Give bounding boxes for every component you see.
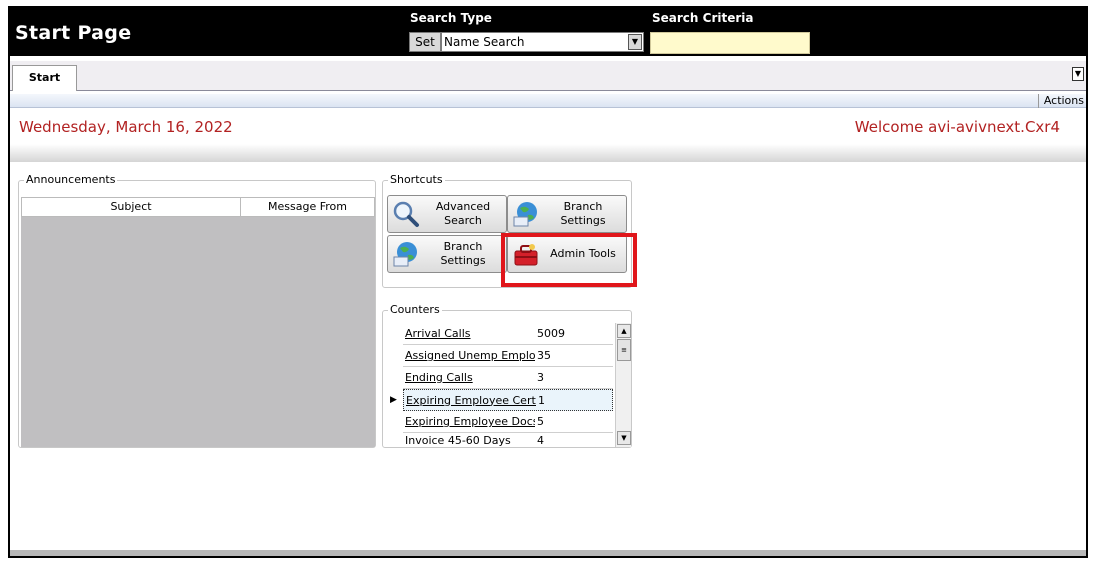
counter-link[interactable]: Ending Calls bbox=[403, 371, 535, 384]
tab-start-page[interactable]: Start Page bbox=[12, 65, 77, 108]
announcements-list[interactable] bbox=[21, 217, 375, 447]
counter-value: 35 bbox=[537, 349, 551, 362]
counter-value: 5009 bbox=[537, 327, 565, 340]
column-message-from[interactable]: Message From bbox=[241, 198, 374, 216]
announcements-title: Announcements bbox=[24, 173, 118, 186]
counter-link[interactable]: Expiring Employee Docs bbox=[403, 415, 535, 428]
counters-title: Counters bbox=[388, 303, 442, 316]
counters-panel: Counters ▶ Arrival Calls 5009 Assigned U… bbox=[382, 303, 632, 448]
table-row-selected[interactable]: Expiring Employee Cert. 1 bbox=[403, 389, 613, 411]
counter-value: 5 bbox=[537, 415, 544, 428]
tab-strip: Start Page ▼ bbox=[10, 61, 1086, 108]
branch-settings-button[interactable]: Branch Settings bbox=[507, 195, 627, 233]
announcements-panel: Announcements Subject Message From bbox=[18, 173, 376, 448]
shortcuts-title: Shortcuts bbox=[388, 173, 445, 186]
separator-band bbox=[10, 144, 1086, 162]
table-row[interactable]: Expiring Employee Docs 5 bbox=[403, 411, 613, 433]
counters-table: Arrival Calls 5009 Assigned Unemp Emplo … bbox=[403, 323, 613, 447]
counter-link[interactable]: Assigned Unemp Emplo bbox=[403, 349, 535, 362]
search-criteria-input[interactable] bbox=[650, 32, 810, 54]
scroll-thumb[interactable]: ≡ bbox=[617, 339, 631, 361]
table-row[interactable]: Arrival Calls 5009 bbox=[403, 323, 613, 345]
globe-icon bbox=[513, 202, 537, 227]
counter-link[interactable]: Arrival Calls bbox=[403, 327, 535, 340]
header-bar: Start Page Search Type Search Criteria S… bbox=[10, 8, 1086, 56]
current-row-arrow-icon: ▶ bbox=[390, 395, 397, 405]
scroll-up-icon[interactable]: ▲ bbox=[617, 324, 631, 338]
scroll-down-icon[interactable]: ▼ bbox=[617, 431, 631, 445]
magnifier-icon bbox=[393, 201, 419, 227]
current-date: Wednesday, March 16, 2022 bbox=[19, 118, 233, 136]
welcome-message: Welcome avi-avivnext.Cxr4 bbox=[854, 118, 1060, 136]
chevron-down-icon[interactable]: ▼ bbox=[628, 34, 642, 50]
advanced-search-button[interactable]: Advanced Search bbox=[387, 195, 507, 233]
toolbar-band bbox=[10, 94, 1086, 108]
page-title: Start Page bbox=[15, 22, 132, 44]
tab-menu-chevron-icon[interactable]: ▼ bbox=[1072, 67, 1084, 81]
branch-settings-button-2[interactable]: Branch Settings bbox=[387, 235, 507, 273]
counter-link[interactable]: Invoice 45-60 Days bbox=[403, 434, 535, 447]
counter-value: 4 bbox=[537, 433, 544, 447]
main-window: Start Page Search Type Search Criteria S… bbox=[8, 6, 1088, 558]
status-bar bbox=[10, 550, 1086, 556]
advanced-search-label: Advanced Search bbox=[435, 200, 491, 227]
branch-settings-label: Branch Settings bbox=[560, 200, 606, 227]
search-type-select[interactable]: Name Search ▼ bbox=[441, 32, 644, 52]
table-row[interactable]: Assigned Unemp Emplo 35 bbox=[403, 345, 613, 367]
counters-scrollbar[interactable]: ▲ ≡ ▼ bbox=[615, 323, 631, 447]
actions-menu[interactable]: Actions bbox=[1037, 94, 1086, 108]
set-button[interactable]: Set bbox=[409, 32, 441, 52]
counter-value: 3 bbox=[537, 371, 544, 384]
search-criteria-label: Search Criteria bbox=[652, 11, 754, 25]
table-row[interactable]: Ending Calls 3 bbox=[403, 367, 613, 389]
search-type-value: Name Search bbox=[444, 35, 525, 49]
counter-link[interactable]: Expiring Employee Cert. bbox=[404, 394, 536, 407]
search-type-label: Search Type bbox=[410, 11, 492, 25]
counter-value: 1 bbox=[538, 393, 545, 407]
branch-settings-label-2: Branch Settings bbox=[440, 240, 486, 267]
admin-tools-highlight bbox=[501, 233, 637, 287]
table-row[interactable]: Invoice 45-60 Days 4 bbox=[403, 433, 613, 447]
globe-icon bbox=[393, 242, 417, 267]
announcements-header: Subject Message From bbox=[21, 197, 375, 217]
column-subject[interactable]: Subject bbox=[22, 198, 241, 216]
